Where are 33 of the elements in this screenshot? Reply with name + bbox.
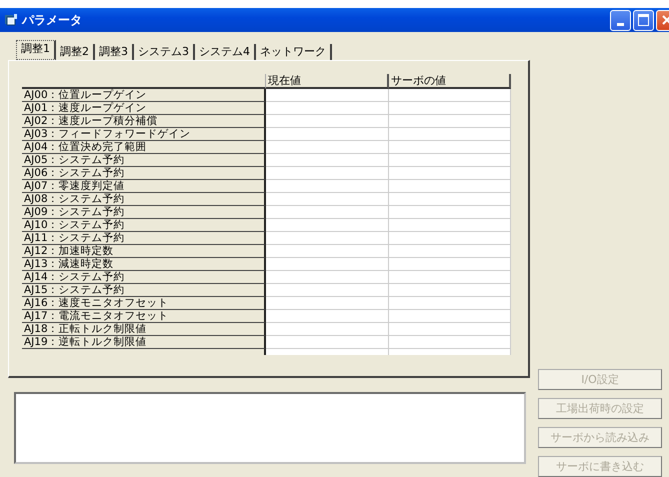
column-header: サーボの値 [389, 74, 511, 89]
tab[interactable]: システム4 [195, 44, 256, 60]
minimize-button[interactable] [610, 10, 631, 30]
close-icon [662, 15, 669, 25]
row-header: AJ01：速度ループゲイン [22, 102, 266, 115]
column-header: 現在値 [266, 74, 389, 89]
row-header: AJ09：システム予約 [22, 206, 266, 219]
row-header: AJ18：正転トルク制限値 [22, 323, 266, 336]
row-header: AJ12：加速時定数 [22, 245, 266, 258]
window-title: パラメータ [22, 12, 83, 28]
tab[interactable]: システム3 [134, 44, 195, 60]
row-header: AJ07：零速度判定値 [22, 180, 266, 193]
app-icon [4, 13, 18, 27]
row-header: AJ00：位置ループゲイン [22, 89, 266, 102]
row-header: AJ17：電流モニタオフセット [22, 310, 266, 323]
row-header: AJ15：システム予約 [22, 284, 266, 297]
tab[interactable]: 調整3 [95, 44, 134, 60]
row-header: AJ19：逆転トルク制限値 [22, 336, 266, 349]
row-header: AJ13：減速時定数 [22, 258, 266, 271]
tab[interactable]: 調整1 [16, 40, 56, 60]
row-header: AJ06：システム予約 [22, 167, 266, 180]
tab[interactable]: 調整2 [56, 44, 95, 60]
row-header: AJ16：速度モニタオフセット [22, 297, 266, 310]
row-header: AJ14：システム予約 [22, 271, 266, 284]
row-header: AJ04：位置決め完了範囲 [22, 141, 266, 154]
tab[interactable]: ネットワーク [256, 44, 332, 60]
row-header: AJ05：システム予約 [22, 154, 266, 167]
row-header: AJ11：システム予約 [22, 232, 266, 245]
row-header: AJ03：フィードフォワードゲイン [22, 128, 266, 141]
row-header: AJ10：システム予約 [22, 219, 266, 232]
row-header: AJ02：速度ループ積分補償 [22, 115, 266, 128]
row-header: AJ08：システム予約 [22, 193, 266, 206]
maximize-button[interactable] [633, 10, 654, 30]
